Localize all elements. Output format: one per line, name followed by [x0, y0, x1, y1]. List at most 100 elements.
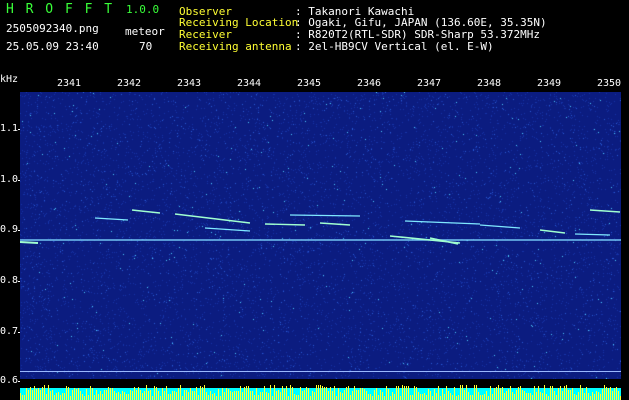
level-spike — [616, 387, 617, 400]
level-spike — [434, 389, 435, 400]
level-spike — [600, 394, 601, 400]
level-spike — [508, 389, 509, 400]
level-spike — [392, 392, 393, 400]
level-spike — [132, 391, 133, 400]
meteor-label: meteor — [125, 25, 165, 38]
meteor-echo — [174, 213, 251, 224]
level-spike — [470, 395, 471, 400]
level-spike — [126, 394, 127, 400]
level-spike — [608, 388, 609, 400]
level-spike — [612, 391, 613, 400]
level-spike — [334, 386, 335, 400]
level-spike — [230, 391, 231, 400]
level-spike — [542, 393, 543, 400]
level-spike — [274, 385, 275, 400]
level-spike — [60, 395, 61, 400]
level-spike — [374, 390, 375, 400]
level-spike — [78, 388, 79, 400]
level-spike — [308, 388, 309, 400]
level-spike — [100, 391, 101, 400]
level-spike — [226, 388, 227, 400]
level-spike — [518, 387, 519, 400]
level-spike — [104, 390, 105, 400]
x-tick-2346: 2346 — [356, 78, 382, 89]
level-spike — [506, 391, 507, 400]
level-spike — [532, 395, 533, 400]
level-spike — [566, 385, 567, 400]
level-spike — [84, 396, 85, 400]
spectrogram — [20, 92, 621, 379]
level-spike — [450, 393, 451, 400]
level-spike — [284, 389, 285, 400]
level-spike — [120, 394, 121, 400]
level-spike — [146, 385, 147, 400]
level-spike — [208, 395, 209, 400]
meteor-echo — [204, 227, 251, 232]
level-spike — [106, 390, 107, 400]
level-spike — [344, 390, 345, 400]
level-spike — [312, 391, 313, 400]
level-spike — [194, 391, 195, 400]
level-spike — [282, 386, 283, 400]
level-spike — [452, 395, 453, 400]
level-spike — [390, 396, 391, 400]
level-spike — [192, 391, 193, 400]
level-spike — [310, 396, 311, 400]
level-spike — [70, 396, 71, 400]
level-spike — [538, 386, 539, 400]
meteor-echo — [539, 229, 566, 234]
level-spike — [116, 393, 117, 400]
level-spike — [466, 385, 467, 400]
level-spike — [300, 387, 301, 400]
level-spike — [98, 394, 99, 400]
level-spike — [536, 392, 537, 400]
level-spike — [272, 396, 273, 400]
level-spike — [112, 388, 113, 400]
level-spike — [534, 386, 535, 400]
level-spike — [212, 394, 213, 400]
level-spike — [66, 386, 67, 400]
level-spike — [370, 394, 371, 400]
x-tick-2341: 2341 — [56, 78, 82, 89]
level-spike — [482, 395, 483, 400]
level-spike — [420, 394, 421, 400]
level-spike — [242, 392, 243, 400]
level-spike — [378, 395, 379, 400]
level-spike — [602, 389, 603, 400]
x-tick-2342: 2342 — [116, 78, 142, 89]
level-spike — [576, 395, 577, 400]
level-spike — [610, 387, 611, 400]
level-spike — [486, 391, 487, 400]
level-spike — [290, 385, 291, 400]
level-spike — [454, 387, 455, 400]
level-spike — [320, 385, 321, 400]
level-spike — [180, 385, 181, 400]
level-spike — [528, 393, 529, 400]
level-spike — [26, 388, 27, 400]
level-spike — [488, 396, 489, 400]
level-spike — [164, 391, 165, 400]
level-spike — [166, 386, 167, 400]
level-spike — [426, 395, 427, 400]
level-spike — [44, 385, 45, 400]
reference-line-upper — [20, 371, 621, 372]
level-spike — [578, 392, 579, 400]
meteor-echo — [264, 223, 306, 226]
level-spike — [424, 393, 425, 400]
level-spike — [564, 386, 565, 400]
level-spike — [514, 394, 515, 400]
level-spike — [500, 388, 501, 400]
level-spike — [278, 390, 279, 400]
level-spike — [418, 392, 419, 400]
carrier-line-left-glow — [20, 241, 39, 244]
level-spike — [354, 386, 355, 400]
level-spike — [246, 386, 247, 400]
level-spike — [76, 389, 77, 400]
x-tick-2350: 2350 — [596, 78, 622, 89]
level-spike — [118, 392, 119, 400]
level-spike — [368, 394, 369, 400]
level-spike — [544, 385, 545, 400]
level-spike — [348, 386, 349, 400]
level-spike — [516, 390, 517, 400]
level-spike — [336, 396, 337, 400]
